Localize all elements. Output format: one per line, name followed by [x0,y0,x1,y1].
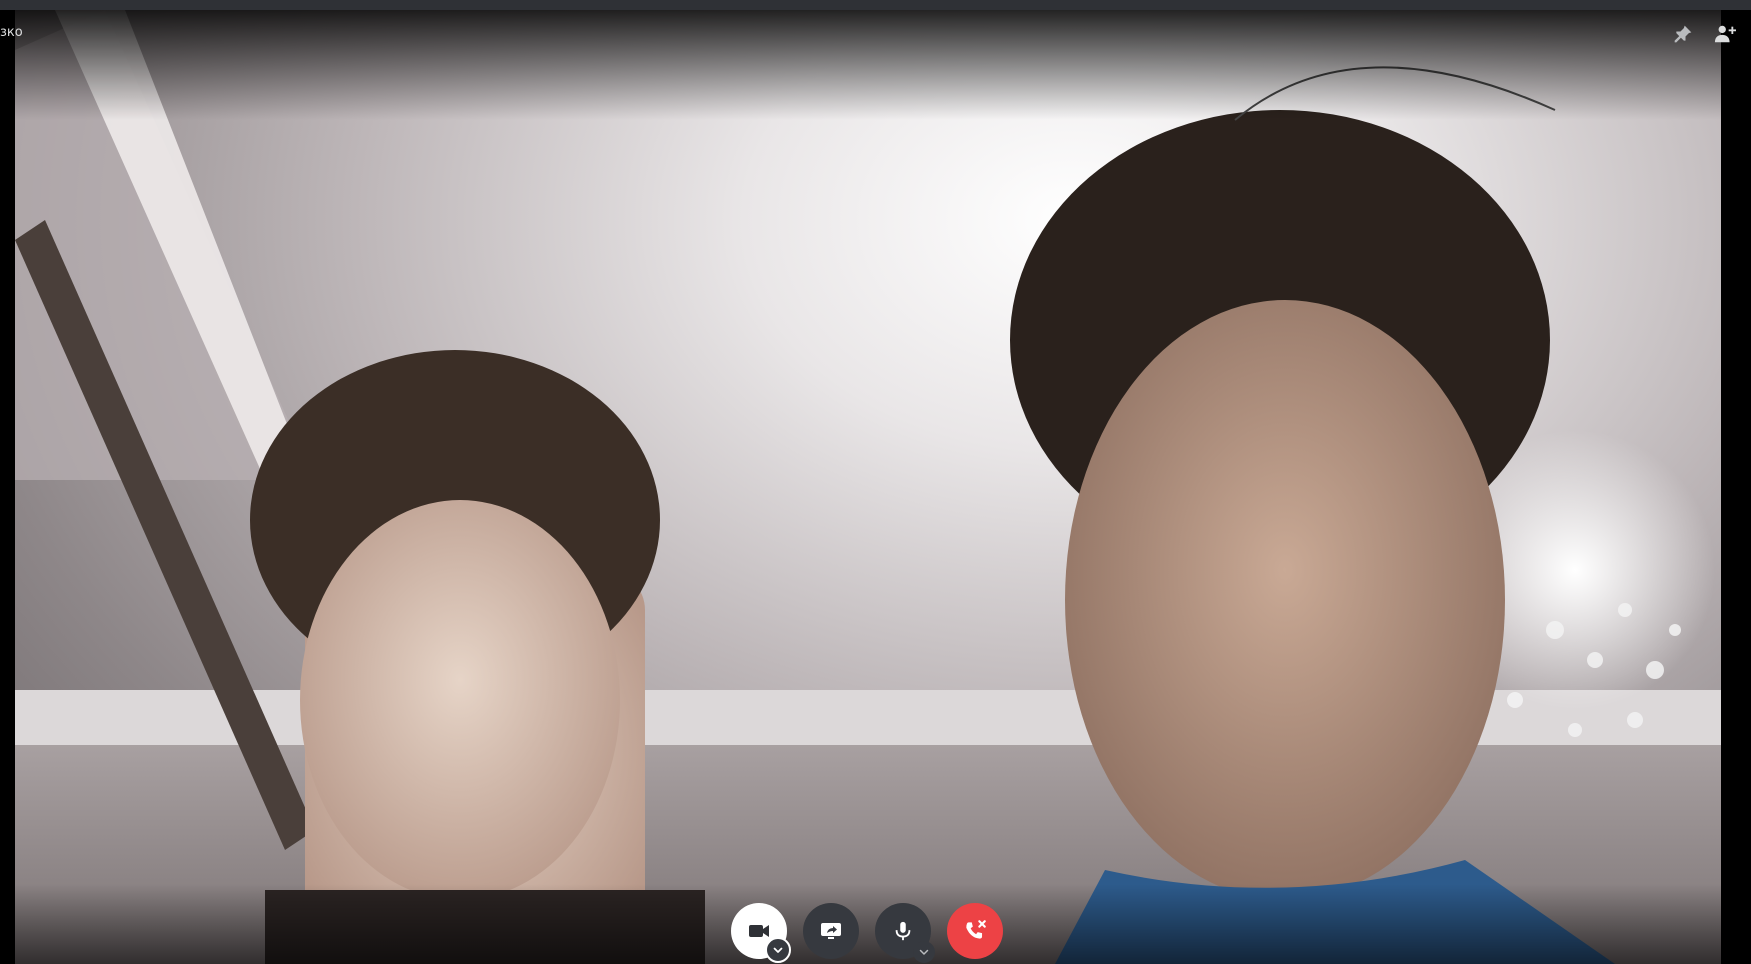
channel-name: зко [0,25,23,40]
call-controls [731,903,1003,963]
title-bar [0,0,1751,10]
hang-up-icon [966,920,986,939]
disconnect-button[interactable] [947,903,1003,959]
chevron-down-icon [773,947,783,953]
video-call-window: зко [0,0,1751,964]
add-friend-icon[interactable] [1713,22,1737,46]
screen-share-button[interactable] [803,903,859,959]
top-right-actions [1671,22,1737,46]
microphone-button[interactable] [875,903,935,963]
chevron-down-icon [919,949,929,955]
video-frame-image [15,10,1721,964]
camera-options-button[interactable] [765,937,791,963]
camera-icon [749,925,769,937]
microphone-options-button[interactable] [913,941,935,963]
microphone-icon [895,921,911,941]
video-feed[interactable] [15,10,1721,964]
camera-button[interactable] [731,903,791,963]
screen-share-icon [821,923,841,939]
pin-icon[interactable] [1671,22,1695,46]
